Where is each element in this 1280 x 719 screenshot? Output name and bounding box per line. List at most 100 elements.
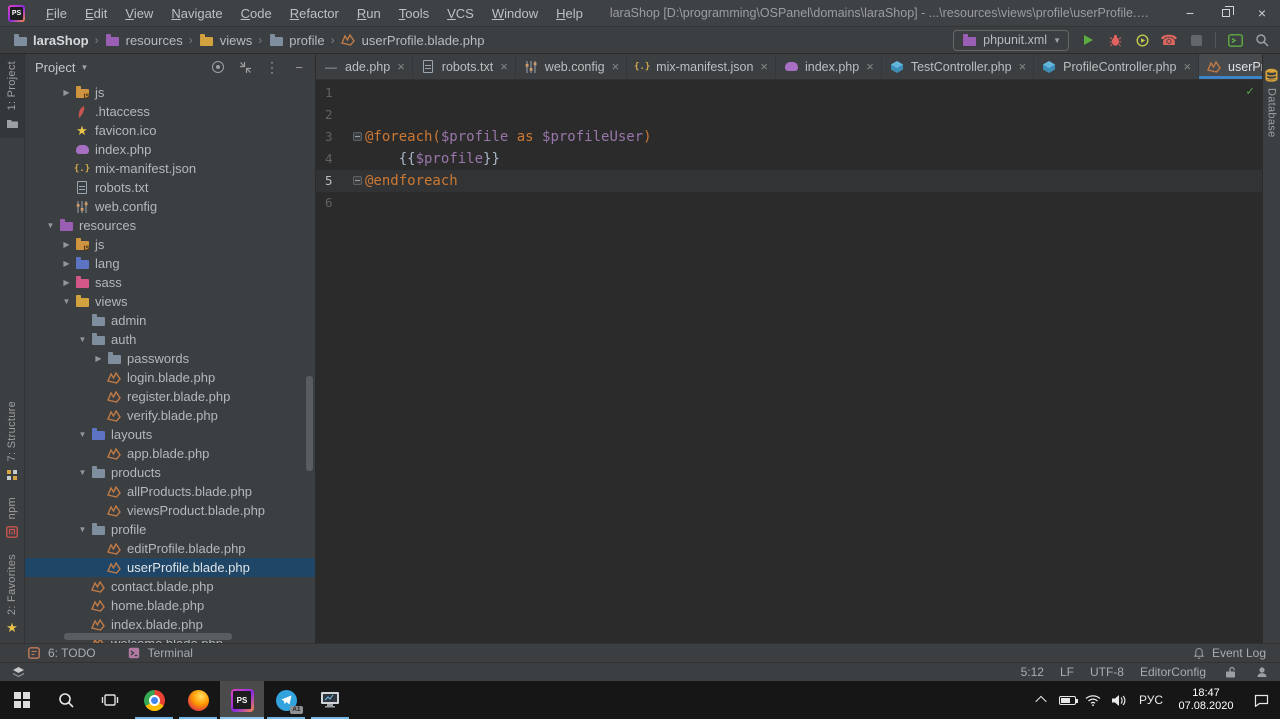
encoding[interactable]: UTF-8 (1090, 665, 1124, 679)
layers-icon[interactable] (10, 664, 26, 680)
restore-button[interactable] (1208, 0, 1244, 26)
menu-vcs[interactable]: VCS (438, 2, 483, 25)
collapse-all-button[interactable] (237, 59, 253, 75)
inspection-profile-icon[interactable] (1254, 664, 1270, 680)
clock[interactable]: 18:47 07.08.2020 (1170, 687, 1242, 713)
taskbar-chrome-button[interactable] (132, 681, 176, 719)
tree-item-js[interactable]: ▶ JS js (25, 235, 315, 254)
tree-item-passwords[interactable]: ▶ passwords (25, 349, 315, 368)
caret-position[interactable]: 5:12 (1021, 665, 1044, 679)
expand-arrow-icon[interactable]: ▶ (59, 240, 74, 249)
language-indicator[interactable]: РУС (1132, 693, 1170, 707)
run-config-select[interactable]: phpunit.xml ▼ (953, 29, 1069, 51)
menu-file[interactable]: File (37, 2, 76, 25)
panel-options-button[interactable]: ⋮ (264, 59, 280, 75)
tree-item-index-php[interactable]: index.php (25, 140, 315, 159)
tool-stripe-npm[interactable]: npm (4, 490, 20, 547)
debug-button[interactable] (1107, 32, 1123, 48)
close-tab-icon[interactable]: × (500, 59, 508, 74)
close-tab-icon[interactable]: × (612, 59, 620, 74)
expand-arrow-icon[interactable]: ▼ (59, 297, 74, 306)
hide-panel-button[interactable]: − (291, 59, 307, 75)
run-with-coverage-button[interactable] (1134, 32, 1150, 48)
event-log-button[interactable]: Event Log (1191, 645, 1266, 661)
tree-item-contact-blade-php[interactable]: contact.blade.php (25, 577, 315, 596)
tab-mix-manifest-json[interactable]: {.} mix-manifest.json × (627, 54, 776, 79)
wifi-icon[interactable] (1080, 681, 1106, 719)
tool-stripe-7-structure[interactable]: 7: Structure (4, 394, 20, 489)
taskbar-telegram-button[interactable]: A1 (264, 681, 308, 719)
menu-run[interactable]: Run (348, 2, 390, 25)
tool-stripe-2-favorites[interactable]: 2: Favorites ★ (4, 547, 20, 643)
tree-item-userprofile-blade-php[interactable]: userProfile.blade.php (25, 558, 315, 577)
expand-arrow-icon[interactable]: ▼ (75, 468, 90, 477)
editorconfig-label[interactable]: EditorConfig (1140, 665, 1206, 679)
menu-window[interactable]: Window (483, 2, 547, 25)
breadcrumb-profile[interactable]: profile (266, 31, 326, 49)
line-ending[interactable]: LF (1060, 665, 1074, 679)
tool-stripe-1-project[interactable]: 1: Project (0, 54, 24, 139)
close-button[interactable]: × (1244, 0, 1280, 26)
fold-marker-icon[interactable] (353, 176, 362, 185)
menu-tools[interactable]: Tools (390, 2, 438, 25)
taskbar-system-monitor-button[interactable] (308, 681, 352, 719)
expand-arrow-icon[interactable]: ▼ (43, 221, 58, 230)
expand-arrow-icon[interactable]: ▼ (75, 335, 90, 344)
expand-arrow-icon[interactable]: ▶ (59, 88, 74, 97)
close-tab-icon[interactable]: × (397, 59, 405, 74)
close-tab-icon[interactable]: × (1019, 59, 1027, 74)
inspections-ok-icon[interactable]: ✓ (1246, 84, 1254, 99)
tree-item-robots-txt[interactable]: robots.txt (25, 178, 315, 197)
tree-item-index-blade-php[interactable]: index.blade.php (25, 615, 315, 634)
tab-robots-txt[interactable]: robots.txt × (413, 54, 516, 79)
tree-item-layouts[interactable]: ▼ layouts (25, 425, 315, 444)
close-tab-icon[interactable]: × (866, 59, 874, 74)
tree-item-resources[interactable]: ▼ resources (25, 216, 315, 235)
tree-item-sass[interactable]: ▶ sass (25, 273, 315, 292)
tree-item-auth[interactable]: ▼ auth (25, 330, 315, 349)
search-everywhere-button[interactable] (1254, 32, 1270, 48)
tab-index-php[interactable]: index.php × (776, 54, 882, 79)
taskbar-search-button[interactable] (44, 681, 88, 719)
tree-item-home-blade-php[interactable]: home.blade.php (25, 596, 315, 615)
locate-file-button[interactable] (210, 59, 226, 75)
tree-item-app-blade-php[interactable]: app.blade.php (25, 444, 315, 463)
terminal-tool-button[interactable]: Terminal (126, 645, 193, 661)
tab-userprofile-blade-php[interactable]: userProfile.blade.php× (1199, 54, 1262, 79)
tree-item-products[interactable]: ▼ products (25, 463, 315, 482)
tree-item-mix-manifest-json[interactable]: {.} mix-manifest.json (25, 159, 315, 178)
breadcrumb-userprofile-blade-php[interactable]: userProfile.blade.php (339, 31, 487, 49)
taskbar-start-button[interactable] (0, 681, 44, 719)
taskbar-task-view-button[interactable] (88, 681, 132, 719)
tab-profilecontroller-php[interactable]: ProfileController.php × (1034, 54, 1200, 79)
taskbar-phpstorm-button[interactable]: PS (220, 681, 264, 719)
tree-item-web-config[interactable]: web.config (25, 197, 315, 216)
minimize-button[interactable]: − (1172, 0, 1208, 26)
expand-arrow-icon[interactable]: ▶ (59, 278, 74, 287)
menu-code[interactable]: Code (232, 2, 281, 25)
tree-item-lang[interactable]: ▶ lang (25, 254, 315, 273)
breadcrumb-views[interactable]: views (197, 31, 255, 49)
taskbar-firefox-button[interactable] (176, 681, 220, 719)
tree-item-htaccess[interactable]: .htaccess (25, 102, 315, 121)
code-editor[interactable]: ✓ 1 2 3 @foreach($profile as $profileUser) 4… (316, 80, 1262, 643)
tree-item-profile[interactable]: ▼ profile (25, 520, 315, 539)
fold-marker-icon[interactable] (353, 132, 362, 141)
menu-navigate[interactable]: Navigate (162, 2, 231, 25)
expand-arrow-icon[interactable]: ▶ (91, 354, 106, 363)
tree-item-js[interactable]: ▶ JS js (25, 83, 315, 102)
close-tab-icon[interactable]: × (760, 59, 768, 74)
expand-arrow-icon[interactable]: ▶ (59, 259, 74, 268)
chevron-down-icon[interactable]: ▼ (80, 63, 88, 72)
tree-item-verify-blade-php[interactable]: verify.blade.php (25, 406, 315, 425)
expand-arrow-icon[interactable]: ▼ (75, 525, 90, 534)
menu-edit[interactable]: Edit (76, 2, 116, 25)
tab-ade-php[interactable]: — ade.php × (316, 54, 413, 79)
tree-item-login-blade-php[interactable]: login.blade.php (25, 368, 315, 387)
expand-arrow-icon[interactable]: ▼ (75, 430, 90, 439)
menu-help[interactable]: Help (547, 2, 592, 25)
tab-testcontroller-php[interactable]: TestController.php × (882, 54, 1035, 79)
tree-item-editprofile-blade-php[interactable]: editProfile.blade.php (25, 539, 315, 558)
tool-stripe-database[interactable]: Database (1264, 60, 1280, 145)
breadcrumb-larashop[interactable]: laraShop (10, 31, 91, 49)
